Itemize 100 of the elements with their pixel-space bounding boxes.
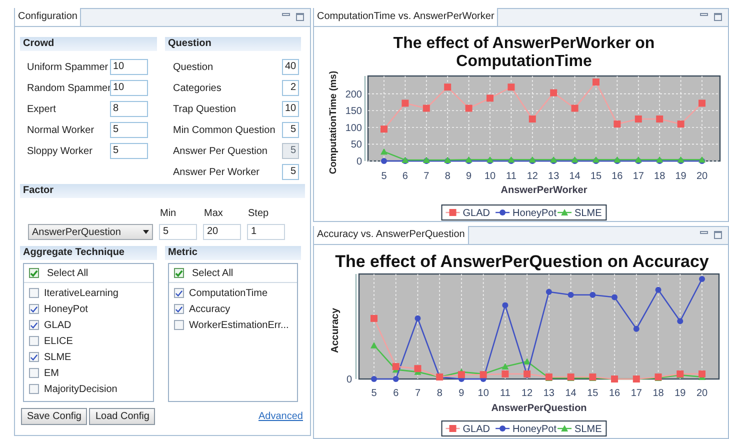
tick-label: 16: [612, 171, 623, 182]
tick-label: 9: [466, 171, 472, 182]
section-header: Metric: [165, 246, 301, 260]
section-header: Aggregate Technique: [20, 246, 157, 260]
field-label: Trap Question: [173, 102, 236, 116]
checkbox-label: IterativeLearning: [44, 286, 118, 300]
tick-label: 17: [630, 388, 642, 399]
legend-label: SLME: [574, 208, 602, 219]
tick-label: 6: [393, 388, 399, 399]
axis-title: AnswerPerWorker: [500, 185, 588, 196]
panel-tab[interactable]: Configuration: [15, 8, 82, 26]
tick-label: 5: [381, 171, 387, 182]
checkbox-label: ELICE: [44, 334, 73, 348]
config-button[interactable]: Load Config: [89, 408, 156, 425]
tick-label: 19: [674, 388, 686, 399]
checkbox-label: EM: [44, 366, 59, 380]
field-label: Categories: [173, 82, 222, 96]
panel-tab[interactable]: Accuracy vs. AnswerPerQuestion: [314, 226, 469, 244]
tick-label: 200: [345, 89, 362, 100]
tick-label: 13: [548, 171, 560, 182]
input-field[interactable]: 10: [282, 101, 299, 117]
field-label: Uniform Spammer: [27, 60, 110, 74]
tick-label: 50: [350, 140, 362, 151]
field-label: Answer Per Worker: [173, 166, 260, 180]
tick-label: 10: [484, 171, 496, 182]
checkbox-label: Select All: [47, 266, 88, 280]
field-label: Expert: [27, 102, 57, 116]
input-field[interactable]: 5: [110, 122, 148, 138]
field-label: Normal Worker: [27, 124, 96, 138]
chart-title: The effect of AnswerPerQuestion on Accuracy: [335, 252, 709, 271]
input-field[interactable]: 40: [282, 59, 299, 75]
legend-label: GLAD: [462, 208, 490, 219]
input-field[interactable]: 20: [203, 224, 241, 240]
field-label: Min: [159, 207, 178, 221]
tick-label: 6: [402, 171, 408, 182]
tick-label: 16: [608, 388, 620, 399]
advanced-link[interactable]: Advanced: [258, 409, 305, 424]
input-field[interactable]: 10: [110, 59, 148, 75]
tick-label: 15: [590, 171, 602, 182]
checkbox-label: GLAD: [44, 318, 72, 332]
axis-title: AnswerPerQuestion: [491, 403, 587, 414]
checkbox-label: ComputationTime: [189, 286, 268, 300]
legend-label: GLAD: [462, 424, 490, 435]
input-field[interactable]: 5: [282, 164, 299, 180]
tick-label: 12: [526, 171, 538, 182]
tick-label: 13: [543, 388, 554, 399]
checkbox-label: WorkerEstimationErr...: [189, 318, 289, 332]
tick-label: 19: [675, 171, 686, 182]
dropdown-value: AnswerPerQuestion: [32, 226, 121, 240]
checkbox-label: MajorityDecision: [44, 382, 118, 396]
legend-label: HoneyPot: [512, 424, 556, 435]
section-header: Crowd: [20, 37, 157, 51]
legend-label: SLME: [574, 424, 602, 435]
input-field[interactable]: 5: [282, 122, 299, 138]
tick-label: 100: [345, 122, 362, 134]
tick-label: 10: [478, 388, 489, 399]
config-button[interactable]: Save Config: [21, 408, 88, 425]
checkbox-label: Accuracy: [189, 302, 230, 316]
field-label: Min Common Question: [173, 124, 276, 138]
tick-label: 17: [632, 171, 644, 182]
tick-label: 15: [587, 388, 598, 399]
tick-label: 0: [346, 374, 352, 386]
tick-label: 150: [345, 106, 362, 118]
axis-title: Accuracy: [330, 308, 341, 354]
checkbox-label: SLME: [44, 350, 72, 364]
tick-label: 7: [414, 388, 421, 399]
field-label: Answer Per Question: [173, 144, 268, 158]
field-label: Step: [247, 207, 270, 221]
tick-label: 20: [696, 388, 708, 399]
input-field[interactable]: 10: [110, 80, 148, 96]
tick-label: 20: [696, 171, 708, 182]
tick-label: 8: [436, 388, 442, 399]
section-header: Factor: [20, 184, 305, 198]
tick-label: 18: [654, 171, 666, 182]
tick-label: 14: [565, 388, 576, 399]
dropdown[interactable]: AnswerPerQuestion: [28, 224, 153, 240]
tick-label: 0: [356, 156, 362, 168]
checkbox-label: HoneyPot: [44, 302, 88, 316]
tick-label: 11: [500, 388, 510, 399]
field-label: Random Spammer: [27, 82, 110, 96]
tick-label: 14: [569, 171, 580, 182]
tick-label: 18: [652, 388, 664, 399]
input-field[interactable]: 5: [159, 224, 197, 240]
tick-label: 8: [444, 171, 450, 182]
checkbox-label: Select All: [192, 266, 234, 280]
section-header: Question: [165, 37, 301, 51]
field-label: Max: [203, 207, 224, 221]
tick-label: 7: [424, 171, 430, 182]
panel-tab[interactable]: ComputationTime vs. AnswerPerWorker: [314, 8, 498, 26]
tick-label: 11: [506, 171, 516, 182]
input-field[interactable]: 8: [110, 101, 148, 117]
field-label: Sloppy Worker: [27, 144, 94, 158]
tick-label: 9: [458, 388, 464, 399]
tick-label: 12: [522, 388, 533, 399]
field-label: Question: [173, 60, 214, 74]
legend-label: HoneyPot: [512, 208, 556, 219]
input-field[interactable]: 1: [247, 224, 285, 240]
input-field[interactable]: 5: [110, 143, 148, 159]
input-field[interactable]: 2: [282, 80, 299, 96]
axis-title: ComputationTime (ms): [328, 70, 339, 174]
